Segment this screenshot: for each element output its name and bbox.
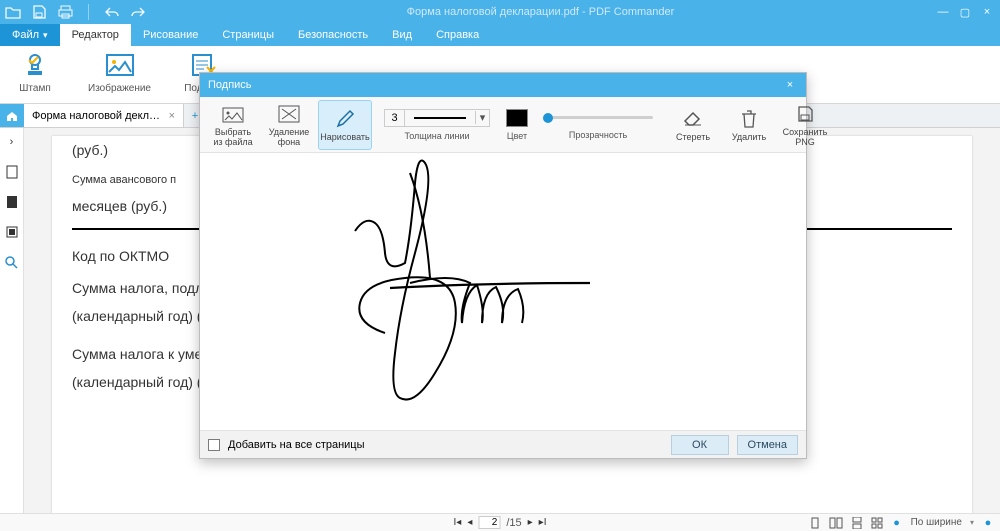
add-all-label: Добавить на все страницы: [228, 439, 365, 451]
view-double-icon[interactable]: [829, 517, 843, 529]
panel-bookmarks-icon[interactable]: [4, 194, 20, 210]
thickness-value: 3: [385, 110, 405, 126]
page-last-icon[interactable]: ▸I: [539, 517, 547, 528]
tool-image-label: Изображение: [88, 83, 151, 94]
menu-file[interactable]: Файл: [0, 24, 60, 46]
print-icon[interactable]: [56, 3, 74, 21]
dlg-savepng-label: Сохранить PNG: [783, 127, 828, 147]
view-single-icon[interactable]: [809, 517, 821, 529]
dialog-titlebar[interactable]: Подпись ×: [200, 73, 806, 97]
dlg-removebg-button[interactable]: Удаление фона: [262, 100, 316, 150]
redo-icon[interactable]: [129, 3, 147, 21]
zoom-label[interactable]: По ширине: [911, 517, 962, 528]
signature-canvas[interactable]: [200, 153, 806, 430]
dlg-removebg-label: Удаление фона: [269, 127, 310, 147]
color-label: Цвет: [507, 131, 527, 141]
ok-button[interactable]: ОК: [671, 435, 729, 455]
tab-close-icon[interactable]: ×: [169, 110, 175, 122]
panel-expand-icon[interactable]: ›: [4, 134, 20, 150]
close-button[interactable]: ×: [978, 6, 996, 18]
menu-view[interactable]: Вид: [380, 24, 424, 46]
maximize-button[interactable]: ▢: [956, 6, 974, 19]
stamp-icon: [20, 50, 50, 80]
folder-image-icon: [222, 104, 244, 124]
window-title: Форма налоговой декларации.pdf - PDF Com…: [147, 6, 934, 18]
menu-help[interactable]: Справка: [424, 24, 491, 46]
image-icon: [105, 50, 135, 80]
dialog-title: Подпись: [208, 79, 252, 91]
document-tab[interactable]: Форма налоговой декла... ×: [24, 104, 184, 127]
pencil-icon: [334, 109, 356, 129]
cancel-button[interactable]: Отмена: [737, 435, 798, 455]
zoom-in[interactable]: ●: [982, 517, 994, 529]
dlg-color[interactable]: Цвет: [506, 109, 528, 141]
dlg-file-label: Выбрать из файла: [213, 127, 252, 147]
dlg-erase-label: Стереть: [676, 132, 710, 142]
zoom-out[interactable]: ●: [891, 517, 903, 529]
thickness-dropdown-icon[interactable]: ▾: [475, 111, 489, 124]
dlg-file-button[interactable]: Выбрать из файла: [206, 100, 260, 150]
dlg-savepng-button[interactable]: Сохранить PNG: [778, 100, 832, 150]
page-total: /15: [506, 517, 521, 529]
dialog-bottom-bar: Добавить на все страницы ОК Отмена: [200, 430, 806, 458]
dlg-draw-button[interactable]: Нарисовать: [318, 100, 372, 150]
panel-layers-icon[interactable]: [4, 224, 20, 240]
save-icon[interactable]: [30, 3, 48, 21]
signature-dialog: Подпись × Выбрать из файла Удаление фона…: [199, 72, 807, 459]
remove-bg-icon: [278, 104, 300, 124]
page-prev-icon[interactable]: ◂: [467, 517, 472, 528]
dialog-toolbar: Выбрать из файла Удаление фона Нарисоват…: [200, 97, 806, 153]
menu-drawing[interactable]: Рисование: [131, 24, 210, 46]
color-swatch[interactable]: [506, 109, 528, 127]
page-next-icon[interactable]: ▸: [528, 517, 533, 528]
tool-stamp[interactable]: Штамп: [10, 50, 60, 94]
document-tab-label: Форма налоговой декла...: [32, 110, 163, 122]
panel-search-icon[interactable]: [4, 254, 20, 270]
dlg-draw-label: Нарисовать: [320, 132, 369, 142]
add-all-checkbox[interactable]: [208, 439, 220, 451]
dlg-thickness[interactable]: 3 ▾ Толщина линии: [384, 109, 490, 141]
panel-thumbnails-icon[interactable]: [4, 164, 20, 180]
dlg-delete-button[interactable]: Удалить: [722, 100, 776, 150]
save-png-icon: [794, 104, 816, 124]
dlg-erase-button[interactable]: Стереть: [666, 100, 720, 150]
view-grid-icon[interactable]: [871, 517, 883, 529]
page-input[interactable]: [478, 516, 500, 529]
menu-security[interactable]: Безопасность: [286, 24, 380, 46]
side-panel: ›: [0, 128, 24, 513]
tool-image[interactable]: Изображение: [88, 50, 151, 94]
undo-icon[interactable]: [103, 3, 121, 21]
minimize-button[interactable]: —: [934, 6, 952, 18]
dlg-opacity: Прозрачность: [538, 110, 658, 140]
eraser-icon: [682, 109, 704, 129]
menu-pages[interactable]: Страницы: [210, 24, 286, 46]
menu-bar: Файл Редактор Рисование Страницы Безопас…: [0, 24, 1000, 46]
opacity-label: Прозрачность: [569, 130, 627, 140]
page-first-icon[interactable]: I◂: [454, 517, 462, 528]
title-bar: Форма налоговой декларации.pdf - PDF Com…: [0, 0, 1000, 24]
tab-home[interactable]: [0, 104, 24, 127]
dlg-delete-label: Удалить: [732, 132, 766, 142]
thickness-label: Толщина линии: [404, 131, 469, 141]
menu-editor[interactable]: Редактор: [60, 24, 131, 46]
pager: I◂ ◂ /15 ▸ ▸I: [454, 516, 547, 529]
dialog-close-icon[interactable]: ×: [782, 79, 798, 91]
tool-stamp-label: Штамп: [19, 83, 50, 94]
open-icon[interactable]: [4, 3, 22, 21]
trash-icon: [738, 109, 760, 129]
thickness-preview: [405, 110, 475, 126]
status-bar: I◂ ◂ /15 ▸ ▸I ● По ширине ▾ ●: [0, 513, 1000, 531]
opacity-slider[interactable]: [543, 110, 653, 126]
view-scroll-icon[interactable]: [851, 517, 863, 529]
